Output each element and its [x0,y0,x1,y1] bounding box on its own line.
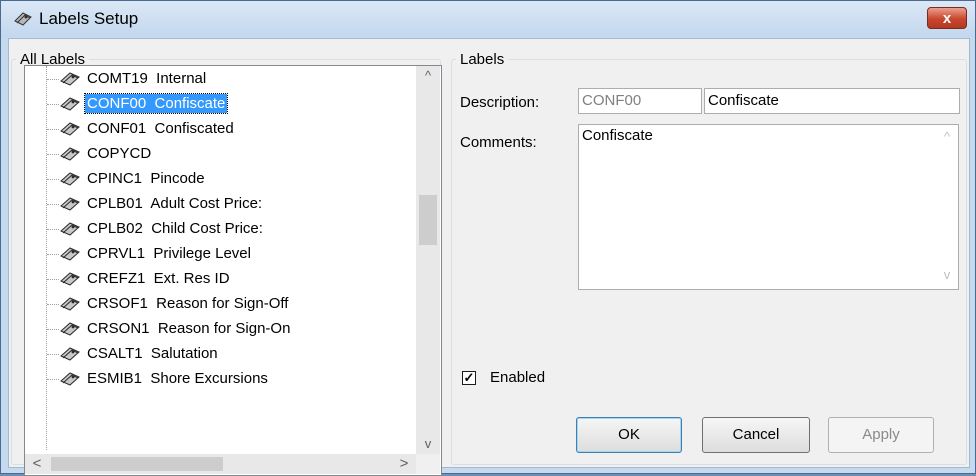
description-field[interactable]: Confiscate [704,88,960,114]
labels-icon [60,347,80,361]
vertical-scrollbar[interactable]: ^ v [416,66,440,454]
tree-item-label: CPRVL1 Privilege Level [87,245,251,262]
comments-field[interactable]: Confiscate ^ v [578,124,959,290]
labels-icon [60,322,80,336]
labels-icon [60,372,80,386]
close-button[interactable]: x [927,7,967,29]
vertical-scroll-thumb[interactable] [419,195,437,245]
tree-item[interactable]: CSALT1 Salutation [25,342,405,366]
tree-connector [47,329,59,330]
tree-item-label: CPINC1 Pincode [87,170,205,187]
tree-item-label: COMT19 Internal [87,70,207,87]
labels-icon [60,172,80,186]
labels-icon [60,247,80,261]
close-icon: x [942,10,952,27]
dialog-body: All Labels COMT19 Internal CONF00 Confisc… [8,38,970,476]
tree-item[interactable]: CONF01 Confiscated [25,117,405,141]
tree-item-label: ESMIB1 Shore Excursions [87,370,268,387]
labels-tree[interactable]: COMT19 Internal CONF00 Confiscate CONF01 C… [24,65,442,476]
tree-item-label: CSALT1 Salutation [87,345,218,362]
tree-connector [47,204,59,205]
tree-item-label: COPYCD [87,145,152,162]
comments-scroll-up-icon[interactable]: ^ [936,129,958,144]
tree-item[interactable]: COMT19 Internal [25,67,405,91]
window-title: Labels Setup [39,9,139,28]
tree-connector [47,104,59,105]
tree-item[interactable]: CPLB01 Adult Cost Price: [25,192,405,216]
scroll-left-icon[interactable]: < [25,454,49,474]
scrollbar-corner [416,454,440,474]
tree-connector [47,379,59,380]
labels-icon [60,72,80,86]
labels-setup-window: Labels Setup x All Labels COMT19 Interna… [0,0,976,476]
labels-icon [60,147,80,161]
tree-connector [47,154,59,155]
tree-connector [47,129,59,130]
comments-text: Confiscate [582,127,653,144]
tree-item-label: CPLB01 Adult Cost Price: [87,195,263,212]
tree-connector [47,79,59,80]
tree-item[interactable]: CPINC1 Pincode [25,167,405,191]
description-code-field: CONF00 [578,88,702,114]
tree-item[interactable]: CRSOF1 Reason for Sign-Off [25,292,405,316]
tree-item-label: CONF00 Confiscate [83,93,229,114]
enabled-label[interactable]: Enabled [490,369,545,386]
labels-icon [14,12,32,26]
tree-item[interactable]: ESMIB1 Shore Excursions [25,367,405,391]
description-label: Description: [460,94,540,111]
tree-item-label: CRSON1 Reason for Sign-On [87,320,291,337]
comments-label: Comments: [460,134,537,151]
tree-item[interactable]: CPLB02 Child Cost Price: [25,217,405,241]
scroll-up-icon[interactable]: ^ [416,66,440,86]
enabled-checkbox[interactable]: ✓ [462,371,476,385]
tree-item[interactable]: CPRVL1 Privilege Level [25,242,405,266]
horizontal-scroll-thumb[interactable] [51,457,223,471]
labels-icon [60,222,80,236]
scroll-right-icon[interactable]: > [392,454,416,474]
tree-item[interactable]: CONF00 Confiscate [25,92,405,116]
tree-connector [47,279,59,280]
labels-icon [60,122,80,136]
tree-item[interactable]: COPYCD [25,142,405,166]
tree-item-label: CRSOF1 Reason for Sign-Off [87,295,289,312]
comments-scrollbar[interactable]: ^ v [936,125,958,289]
tree-connector [47,354,59,355]
tree-item-label: CONF01 Confiscated [87,120,234,137]
ok-button[interactable]: OK [576,417,682,453]
labels-icon [60,97,80,111]
labels-icon [60,272,80,286]
tree-item[interactable]: CREFZ1 Ext. Res ID [25,267,405,291]
tree-item[interactable]: CRSON1 Reason for Sign-On [25,317,405,341]
horizontal-scrollbar[interactable]: < > [25,454,416,474]
title-bar[interactable]: Labels Setup x [1,1,975,37]
comments-scroll-down-icon[interactable]: v [936,267,958,282]
tree-connector [47,229,59,230]
tree-connector [47,179,59,180]
tree-item-label: CREFZ1 Ext. Res ID [87,270,230,287]
cancel-button[interactable]: Cancel [702,417,810,453]
labels-icon [60,197,80,211]
tree-item-label: CPLB02 Child Cost Price: [87,220,263,237]
tree-connector [47,254,59,255]
labels-legend: Labels [460,51,505,68]
labels-icon [60,297,80,311]
scroll-down-icon[interactable]: v [416,434,440,454]
checkmark-icon: ✓ [463,370,475,385]
tree-connector [47,304,59,305]
apply-button[interactable]: Apply [828,417,934,453]
